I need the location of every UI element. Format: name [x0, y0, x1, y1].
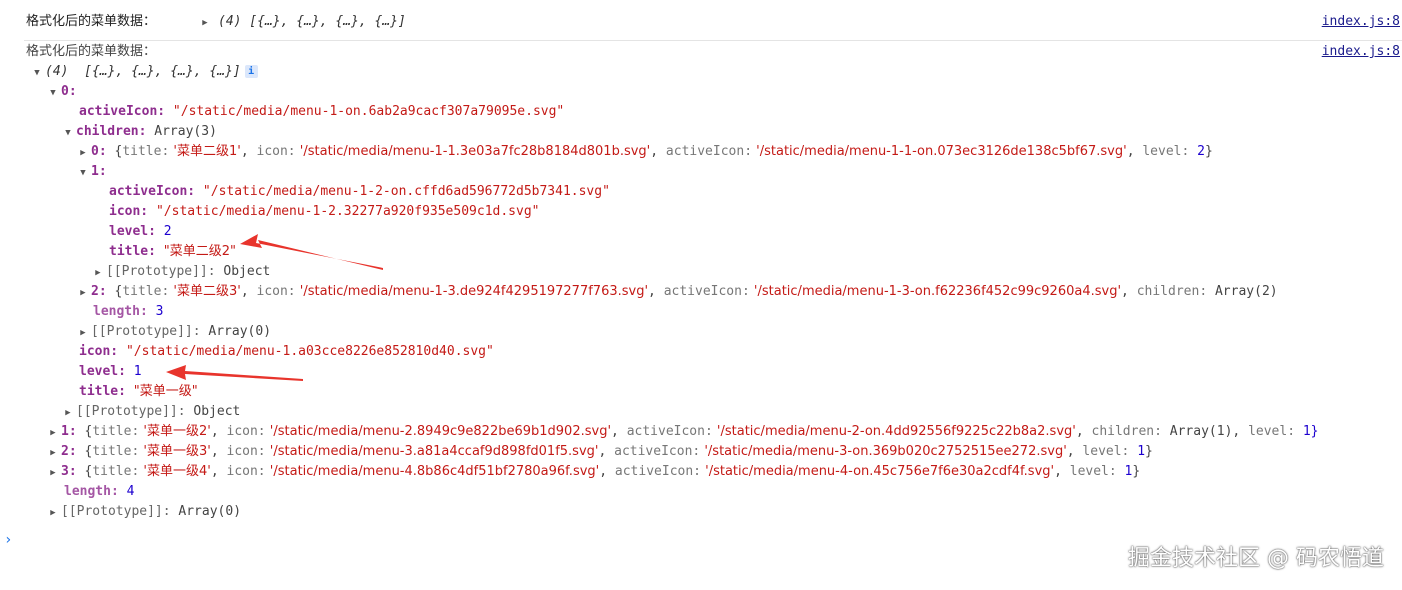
annotation-arrows [166, 234, 383, 381]
arrow-annotation-2 [166, 365, 303, 381]
arrow-annotation-1 [240, 234, 383, 270]
watermark: 掘金技术社区 @ 码农悟道 [1128, 546, 1384, 571]
